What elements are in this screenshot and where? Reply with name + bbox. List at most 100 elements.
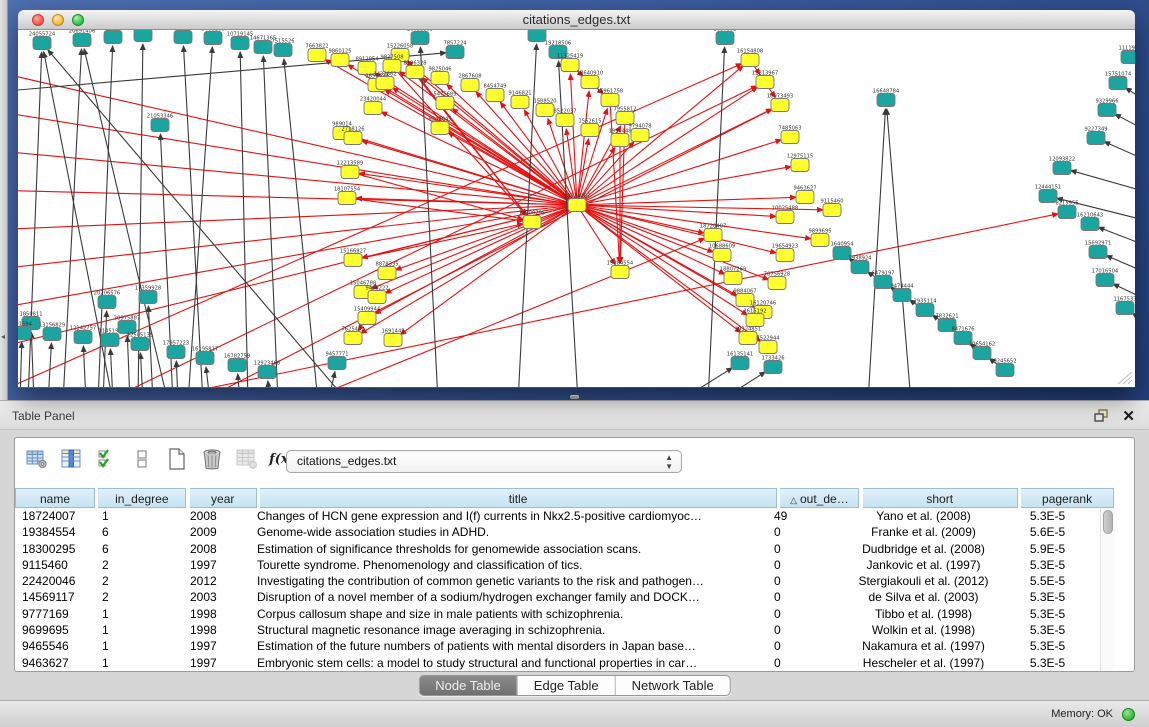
network-node-selected[interactable]	[344, 132, 362, 145]
network-node[interactable]	[1098, 104, 1116, 117]
network-node-selected[interactable]	[461, 79, 479, 92]
network-node-selected[interactable]	[811, 234, 829, 247]
network-node[interactable]	[851, 261, 869, 274]
network-edge-selected[interactable]	[400, 205, 577, 335]
network-edge[interactable]	[238, 374, 240, 387]
network-node-selected[interactable]	[364, 102, 382, 115]
table-selector-dropdown[interactable]: citations_edges.txt ▲▼	[286, 450, 682, 473]
network-node[interactable]	[74, 331, 92, 344]
network-node-selected[interactable]	[308, 49, 326, 62]
table-row[interactable]: 946362711997Embryonic stem cells: a mode…	[15, 655, 1094, 671]
column-header-short[interactable]: short	[863, 488, 1018, 508]
network-node-selected[interactable]	[378, 267, 396, 280]
float-window-icon[interactable]	[1094, 409, 1109, 423]
network-edge-selected[interactable]	[371, 205, 577, 289]
network-edge[interactable]	[268, 381, 270, 387]
network-node[interactable]	[1081, 218, 1099, 231]
network-edge[interactable]	[103, 311, 107, 387]
network-node-selected[interactable]	[536, 104, 554, 117]
network-edge[interactable]	[140, 353, 143, 387]
network-node[interactable]	[1087, 132, 1105, 145]
network-edge[interactable]	[1132, 313, 1135, 338]
network-node[interactable]	[1096, 274, 1114, 287]
network-node-selected[interactable]	[631, 129, 649, 142]
network-node-selected[interactable]	[486, 89, 504, 102]
network-node[interactable]	[996, 364, 1014, 377]
network-node[interactable]	[446, 46, 464, 59]
table-settings-icon[interactable]	[25, 447, 49, 471]
network-node[interactable]	[1089, 246, 1107, 259]
network-edge[interactable]	[176, 361, 178, 387]
network-node[interactable]	[174, 31, 192, 44]
network-node[interactable]	[874, 276, 892, 289]
network-edge[interactable]	[206, 367, 210, 387]
network-edge[interactable]	[183, 46, 203, 387]
network-node[interactable]	[167, 346, 185, 359]
table-row[interactable]: 946554611997Estimation of the future num…	[15, 638, 1094, 654]
network-edge[interactable]	[1071, 170, 1135, 198]
delete-trash-icon[interactable]	[200, 447, 224, 471]
table-row[interactable]: 969969511998Structural magnetic resonanc…	[15, 622, 1094, 638]
network-edge[interactable]	[678, 368, 732, 387]
network-node[interactable]	[204, 32, 222, 45]
network-node-selected[interactable]	[771, 99, 789, 112]
network-edge-selected[interactable]	[18, 205, 577, 348]
table-row[interactable]: 911546021997Tourette syndrome. Phenomeno…	[15, 557, 1094, 573]
panel-splitter-handle[interactable]	[570, 395, 579, 399]
network-node[interactable]	[134, 30, 152, 42]
network-node-selected[interactable]	[431, 122, 449, 135]
rows-icon[interactable]	[130, 447, 154, 471]
network-edge[interactable]	[708, 47, 725, 387]
network-node-selected[interactable]	[341, 166, 359, 179]
network-node[interactable]	[43, 328, 61, 341]
network-edge[interactable]	[20, 342, 22, 387]
resize-grip-icon[interactable]	[1116, 370, 1132, 384]
network-node-selected[interactable]	[556, 114, 574, 127]
network-node-selected[interactable]	[523, 216, 541, 229]
network-node-selected[interactable]	[581, 124, 599, 137]
network-edge-selected[interactable]	[375, 205, 577, 314]
network-node[interactable]	[1058, 206, 1076, 219]
network-node[interactable]	[98, 296, 116, 309]
table-row[interactable]: 1456911722003Disruption of a novel membe…	[15, 589, 1094, 605]
network-node[interactable]	[258, 366, 276, 379]
column-header-name[interactable]: name	[15, 488, 95, 508]
network-node-selected[interactable]	[768, 277, 786, 290]
network-node[interactable]	[716, 32, 734, 45]
network-node-selected[interactable]	[756, 76, 774, 89]
column-header-pagerank[interactable]: pagerank	[1021, 488, 1114, 508]
network-edge[interactable]	[718, 372, 765, 387]
table-vertical-scrollbar[interactable]	[1100, 508, 1115, 671]
tab-node-table[interactable]: Node Table	[419, 676, 517, 696]
tab-network-table[interactable]: Network Table	[615, 676, 730, 696]
table-row[interactable]: 2242004622012Investigating the contribut…	[15, 573, 1094, 589]
column-checklist-icon[interactable]	[95, 447, 119, 471]
network-node-selected[interactable]	[344, 332, 362, 345]
network-node[interactable]	[104, 31, 122, 44]
table-row[interactable]: 1830029562008Estimation of significance …	[15, 541, 1094, 557]
network-edge[interactable]	[1104, 142, 1135, 170]
network-node[interactable]	[274, 44, 292, 57]
network-node-selected[interactable]	[331, 54, 349, 67]
network-edge[interactable]	[284, 59, 318, 387]
column-header-in-degree[interactable]: in_degree	[98, 488, 186, 508]
network-node-selected[interactable]	[791, 159, 809, 172]
network-edge[interactable]	[48, 50, 348, 387]
network-edge-selected[interactable]	[385, 205, 577, 293]
network-edge[interactable]	[110, 349, 113, 387]
network-node-selected[interactable]	[568, 199, 586, 212]
network-node[interactable]	[151, 119, 169, 132]
network-node[interactable]	[33, 37, 51, 50]
network-node-selected[interactable]	[436, 97, 454, 110]
network-node-selected[interactable]	[358, 312, 376, 325]
network-node-selected[interactable]	[376, 77, 394, 90]
network-node[interactable]	[131, 338, 149, 351]
network-edge-selected[interactable]	[577, 167, 791, 205]
panel-collapse-arrow-icon[interactable]: ◂	[1, 332, 5, 341]
network-node[interactable]	[196, 352, 214, 365]
network-node-selected[interactable]	[368, 291, 386, 304]
network-node[interactable]	[1053, 162, 1071, 175]
network-node-selected[interactable]	[406, 66, 424, 79]
network-node-selected[interactable]	[781, 131, 799, 144]
column-header-title[interactable]: title	[260, 488, 777, 508]
